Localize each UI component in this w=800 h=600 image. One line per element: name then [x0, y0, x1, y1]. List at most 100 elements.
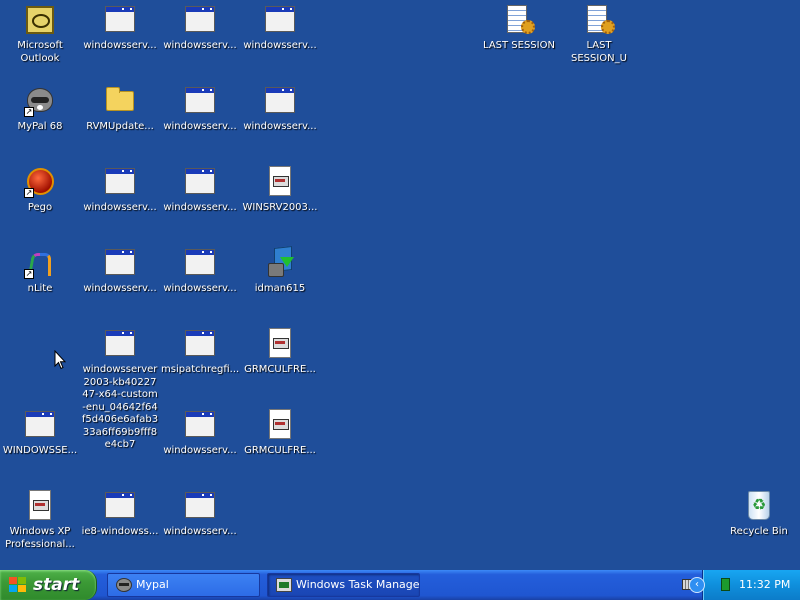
icon-label: msipatchregfi... [161, 364, 240, 375]
desktop-icon-windowsserv-8[interactable]: windowsserv... [80, 245, 160, 325]
window-icon [184, 490, 216, 522]
icon-label: windowsserv... [243, 40, 317, 51]
desktop-icon-winxp-pro[interactable]: Windows XP Professional... [0, 488, 80, 568]
icon-label: windowsserv... [163, 526, 237, 537]
icon-label: Microsoft Outlook [17, 40, 63, 64]
mouse-cursor-icon [54, 350, 66, 370]
desktop-icon-windowsserv-2[interactable]: windowsserv... [160, 2, 240, 82]
icon-label: WINSRV2003... [242, 202, 318, 213]
window-icon [264, 4, 296, 36]
chevron-left-icon[interactable]: ‹ [689, 577, 705, 593]
desktop-icon-nlite[interactable]: ↗ nLite [0, 245, 80, 325]
icon-label: windowsserv... [243, 121, 317, 132]
desktop-icon-idman615[interactable]: idman615 [240, 245, 320, 325]
icon-label: windowsserv... [83, 283, 157, 294]
icon-label: MyPal 68 [17, 121, 63, 132]
window-icon [104, 328, 136, 360]
taskbar-button-mypal[interactable]: Mypal [107, 573, 260, 597]
window-icon [264, 85, 296, 117]
desktop-icon-windowsserv-6[interactable]: windowsserv... [80, 164, 160, 244]
desktop[interactable]: Microsoft Outlook ↗ MyPal 68 ↗ Pego ↗ nL… [0, 0, 800, 570]
desktop-icon-msipatchregfi[interactable]: msipatchregfi... [160, 326, 240, 406]
desktop-icon-windowsserv-3[interactable]: windowsserv... [240, 2, 320, 82]
desktop-icon-windowsserv-5[interactable]: windowsserv... [240, 83, 320, 163]
mypal-icon [116, 578, 132, 592]
icon-label: nLite [27, 283, 53, 294]
system-tray: ‹ 11:32 PM [689, 570, 800, 600]
window-icon [184, 85, 216, 117]
icon-label: Recycle Bin [730, 526, 788, 537]
setup-icon [264, 328, 296, 360]
icon-label: GRMCULFRE... [244, 364, 316, 375]
download-manager-icon [264, 247, 296, 279]
window-icon [184, 409, 216, 441]
log-file-icon [503, 4, 535, 36]
desktop-icon-outlook[interactable]: Microsoft Outlook [0, 2, 80, 82]
task-label: Windows Task Manager [296, 578, 420, 591]
window-icon [104, 166, 136, 198]
window-icon [104, 490, 136, 522]
icon-label: ie8-windowss... [81, 526, 159, 537]
icon-label: windowsserv... [163, 202, 237, 213]
desktop-icon-rvmupdate[interactable]: RVMUpdate... [80, 83, 160, 163]
window-icon [104, 4, 136, 36]
icon-label: RVMUpdate... [86, 121, 154, 132]
outlook-icon [24, 4, 56, 36]
desktop-icon-windowsserver-kb[interactable]: windowsserver2003-kb4022747-x64-custom-e… [80, 326, 160, 456]
desktop-icon-grmculfre-2[interactable]: GRMCULFRE... [240, 407, 320, 487]
desktop-icon-last-session-u[interactable]: LAST SESSION_U [559, 2, 639, 82]
pego-icon: ↗ [24, 166, 56, 198]
desktop-icon-grmculfre-1[interactable]: GRMCULFRE... [240, 326, 320, 406]
icon-label: LAST SESSION [483, 40, 555, 51]
desktop-icon-windowsserv-11[interactable]: windowsserv... [160, 488, 240, 568]
window-icon [184, 328, 216, 360]
desktop-icon-windowsserv-1[interactable]: windowsserv... [80, 2, 160, 82]
desktop-icon-windowsse-caps[interactable]: WINDOWSSE... [0, 407, 80, 487]
icon-label: windowsserv... [163, 40, 237, 51]
icon-label: LAST SESSION_U [571, 40, 627, 64]
desktop-icon-mypal[interactable]: ↗ MyPal 68 [0, 83, 80, 163]
clock[interactable]: 11:32 PM [739, 570, 790, 600]
icon-label: windowsserv... [163, 121, 237, 132]
window-icon [184, 247, 216, 279]
setup-icon [264, 166, 296, 198]
icon-label: idman615 [254, 283, 306, 294]
desktop-icon-last-session[interactable]: LAST SESSION [479, 2, 559, 82]
recycle-bin-icon [743, 490, 775, 522]
nlite-icon: ↗ [24, 247, 56, 279]
icon-label: windowsserv... [83, 202, 157, 213]
desktop-icon-winsrv2003[interactable]: WINSRV2003... [240, 164, 320, 244]
desktop-icon-pego[interactable]: ↗ Pego [0, 164, 80, 244]
window-icon [104, 247, 136, 279]
desktop-icon-windowsserv-7[interactable]: windowsserv... [160, 164, 240, 244]
setup-icon [264, 409, 296, 441]
start-button[interactable]: start [0, 570, 97, 600]
windows-flag-icon [9, 577, 27, 593]
taskbar: start Mypal Windows Task Manager ‹ 11:32… [0, 570, 800, 600]
network-status-icon[interactable] [721, 578, 730, 591]
icon-label: Windows XP Professional... [5, 526, 75, 550]
raccoon-icon: ↗ [24, 85, 56, 117]
task-manager-icon [276, 578, 292, 592]
desktop-icon-windowsserv-4[interactable]: windowsserv... [160, 83, 240, 163]
start-label: start [33, 575, 80, 595]
icon-label: windowsserver2003-kb4022747-x64-custom-e… [81, 364, 159, 450]
window-icon [24, 409, 56, 441]
task-label: Mypal [136, 578, 169, 591]
window-icon [184, 4, 216, 36]
icon-label: windowsserv... [83, 40, 157, 51]
taskbar-button-task-manager[interactable]: Windows Task Manager [267, 573, 420, 597]
log-file-icon [583, 4, 615, 36]
icon-label: windowsserv... [163, 445, 237, 456]
icon-label: windowsserv... [163, 283, 237, 294]
icon-label: Pego [27, 202, 53, 213]
desktop-icon-recycle-bin[interactable]: Recycle Bin [719, 488, 799, 568]
icon-label: WINDOWSSE... [2, 445, 78, 456]
folder-icon [104, 85, 136, 117]
icon-label: GRMCULFRE... [244, 445, 316, 456]
setup-icon [24, 490, 56, 522]
desktop-icon-windowsserv-10[interactable]: windowsserv... [160, 407, 240, 487]
desktop-icon-ie8-windowss[interactable]: ie8-windowss... [80, 488, 160, 568]
window-icon [184, 166, 216, 198]
desktop-icon-windowsserv-9[interactable]: windowsserv... [160, 245, 240, 325]
